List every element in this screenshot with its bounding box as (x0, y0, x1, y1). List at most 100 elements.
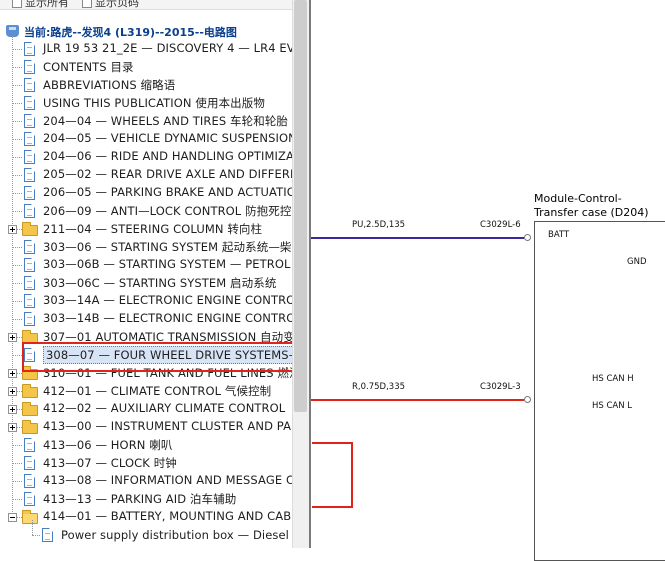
tree-connector-line (12, 481, 22, 482)
pin-hs-can-h: HS CAN H (592, 374, 634, 384)
expand-icon[interactable] (8, 423, 17, 432)
tree-item-303-14b[interactable]: 303—14B — ELECTRONIC ENGINE CONTROLS (0, 310, 292, 328)
tree-item-303-06b[interactable]: 303—06B — STARTING SYSTEM — PETROL (0, 256, 292, 274)
tree-item-label: 303—14A — ELECTRONIC ENGINE CONTROLS (43, 293, 292, 307)
tree-connector-line (12, 301, 22, 302)
tree-item-413-06[interactable]: 413—06 — HORN 喇叭 (0, 436, 292, 454)
tree-connector-line (32, 535, 40, 536)
tree-item-label: 205—02 — REAR DRIVE AXLE AND DIFFERENTIA… (43, 167, 292, 181)
document-icon (24, 240, 35, 254)
document-icon (24, 60, 35, 74)
tree-item-206-09[interactable]: 206—09 — ANTI—LOCK CONTROL 防抱死控制 (0, 202, 292, 220)
tree-root[interactable]: 当前:路虎--发现4 (L319)--2015--电路图 (0, 22, 292, 40)
tree-item-211-04[interactable]: 211—04 — STEERING COLUMN 转向柱 (0, 220, 292, 238)
tree-item-206-05[interactable]: 206—05 — PARKING BRAKE AND ACTUATION (0, 184, 292, 202)
document-icon (24, 438, 35, 452)
tree-connector-line (12, 193, 22, 194)
tree-item-label: 412—02 — AUXILIARY CLIMATE CONTROL (43, 401, 286, 415)
tree-item-label: 303—14B — ELECTRONIC ENGINE CONTROLS (43, 311, 292, 325)
tree-item-label: CONTENTS 目录 (43, 60, 134, 74)
tree-connector-line (12, 283, 22, 284)
tree-item-204-04[interactable]: 204—04 — WHEELS AND TIRES 车轮和轮胎 (0, 112, 292, 130)
expand-icon[interactable] (8, 333, 17, 342)
tree-item-303-06c[interactable]: 303—06C — STARTING SYSTEM 启动系统 (0, 274, 292, 292)
tree-item-label: Power supply distribution box — Diesel 电… (61, 528, 292, 542)
document-icon (24, 96, 35, 110)
tree-item-label: 413—13 — PARKING AID 泊车辅助 (43, 492, 237, 506)
tree-item-contents[interactable]: CONTENTS 目录 (0, 58, 292, 76)
expand-icon[interactable] (8, 405, 17, 414)
tree-item-label: 206—05 — PARKING BRAKE AND ACTUATION (43, 185, 292, 199)
expand-icon[interactable] (8, 369, 17, 378)
tree-item-204-05[interactable]: 204—05 — VEHICLE DYNAMIC SUSPENSION (0, 130, 292, 148)
tree-item-label: 204—05 — VEHICLE DYNAMIC SUSPENSION (43, 131, 292, 145)
tree-item-jlr[interactable]: JLR 19 53 21_2E — DISCOVERY 4 — LR4 EVO (0, 40, 292, 58)
tree-item-label: 204—04 — WHEELS AND TIRES 车轮和轮胎 (43, 114, 289, 128)
tree-connector-line (12, 247, 22, 248)
tree-connector-line (12, 445, 22, 446)
tree-connector-line (12, 355, 22, 356)
document-icon (24, 168, 35, 182)
document-icon (24, 474, 35, 488)
tree-item-303-14a[interactable]: 303—14A — ELECTRONIC ENGINE CONTROLS (0, 292, 292, 310)
folder-open-icon (22, 510, 38, 524)
folder-icon (22, 402, 38, 416)
module-title-line1: Module-Control- (534, 192, 622, 205)
tree-item-413-13[interactable]: 413—13 — PARKING AID 泊车辅助 (0, 490, 292, 508)
scrollbar-thumb[interactable] (294, 0, 307, 412)
tree-connector-line (12, 319, 22, 320)
tree-item-412-01[interactable]: 412—01 — CLIMATE CONTROL 气候控制 (0, 382, 292, 400)
terminal-batt (524, 234, 531, 241)
tree-connector-line (12, 49, 22, 50)
tree-item-label: 211—04 — STEERING COLUMN 转向柱 (43, 222, 263, 236)
document-icon (24, 312, 35, 326)
tree-item-412-02[interactable]: 412—02 — AUXILIARY CLIMATE CONTROL (0, 400, 292, 418)
tree-item-label: 412—01 — CLIMATE CONTROL 气候控制 (43, 384, 272, 398)
tree-item-413-00[interactable]: 413—00 — INSTRUMENT CLUSTER AND PANEL (0, 418, 292, 436)
tree-view: 当前:路虎--发现4 (L319)--2015--电路图 JLR 19 53 21… (0, 0, 292, 548)
module-box (534, 221, 665, 561)
tree-item-204-06[interactable]: 204—06 — RIDE AND HANDLING OPTIMIZATION (0, 148, 292, 166)
tree-connector-line (32, 520, 33, 535)
document-icon (24, 42, 35, 56)
document-icon (24, 114, 35, 128)
tree-item-label: 413—08 — INFORMATION AND MESSAGE CENTER (43, 473, 292, 487)
tree-item-303-06[interactable]: 303—06 — STARTING SYSTEM 起动系统—柴油 (0, 238, 292, 256)
expand-icon[interactable] (8, 387, 17, 396)
document-icon (24, 150, 35, 164)
document-icon (24, 276, 35, 290)
tree-item-power-supply[interactable]: Power supply distribution box — Diesel 电… (0, 520, 292, 544)
tree-item-413-08[interactable]: 413—08 — INFORMATION AND MESSAGE CENTER (0, 472, 292, 490)
tree-item-label: 414—01 — BATTERY, MOUNTING AND CABLES (43, 509, 292, 523)
tree-root-label: 当前:路虎--发现4 (L319)--2015--电路图 (24, 26, 237, 39)
tree-item-label: 303—06B — STARTING SYSTEM — PETROL (43, 257, 291, 271)
tree-item-label: 413—07 — CLOCK 时钟 (43, 456, 177, 470)
tree-connector-line (12, 499, 22, 500)
tree-item-413-07[interactable]: 413—07 — CLOCK 时钟 (0, 454, 292, 472)
tree-panel: 显示所有 显示页码 当前:路虎--发现4 (L319)--2015--电路图 JL… (0, 0, 292, 548)
tree-connector-line (12, 103, 22, 104)
document-icon (24, 294, 35, 308)
tree-item-414-01[interactable]: 414—01 — BATTERY, MOUNTING AND CABLES (0, 508, 292, 526)
tree-connector-line (12, 139, 22, 140)
red-annotation-rect (312, 442, 353, 508)
collapse-icon[interactable] (8, 513, 17, 522)
tree-item-label: 204—06 — RIDE AND HANDLING OPTIMIZATION (43, 149, 292, 163)
expand-icon[interactable] (8, 225, 17, 234)
document-icon (24, 258, 35, 272)
tree-item-label: 206—09 — ANTI—LOCK CONTROL 防抱死控制 (43, 204, 292, 218)
tree-item-205-02[interactable]: 205—02 — REAR DRIVE AXLE AND DIFFERENTIA… (0, 166, 292, 184)
tree-item-label: JLR 19 53 21_2E — DISCOVERY 4 — LR4 EVO (43, 41, 292, 55)
tree-item-label: 303—06C — STARTING SYSTEM 启动系统 (43, 276, 277, 290)
panel-divider[interactable] (309, 0, 311, 548)
tree-item-using-publication[interactable]: USING THIS PUBLICATION 使用本出版物 (0, 94, 292, 112)
pin-hs-can-l: HS CAN L (592, 401, 633, 411)
pin-batt: BATT (548, 230, 570, 240)
tree-connector-line (12, 211, 22, 212)
tree-item-label: ABBREVIATIONS 缩略语 (43, 78, 176, 92)
document-icon (24, 78, 35, 92)
tree-item-abbreviations[interactable]: ABBREVIATIONS 缩略语 (0, 76, 292, 94)
tree-item-label: 413—06 — HORN 喇叭 (43, 438, 173, 452)
document-icon (42, 528, 53, 542)
document-icon (24, 456, 35, 470)
